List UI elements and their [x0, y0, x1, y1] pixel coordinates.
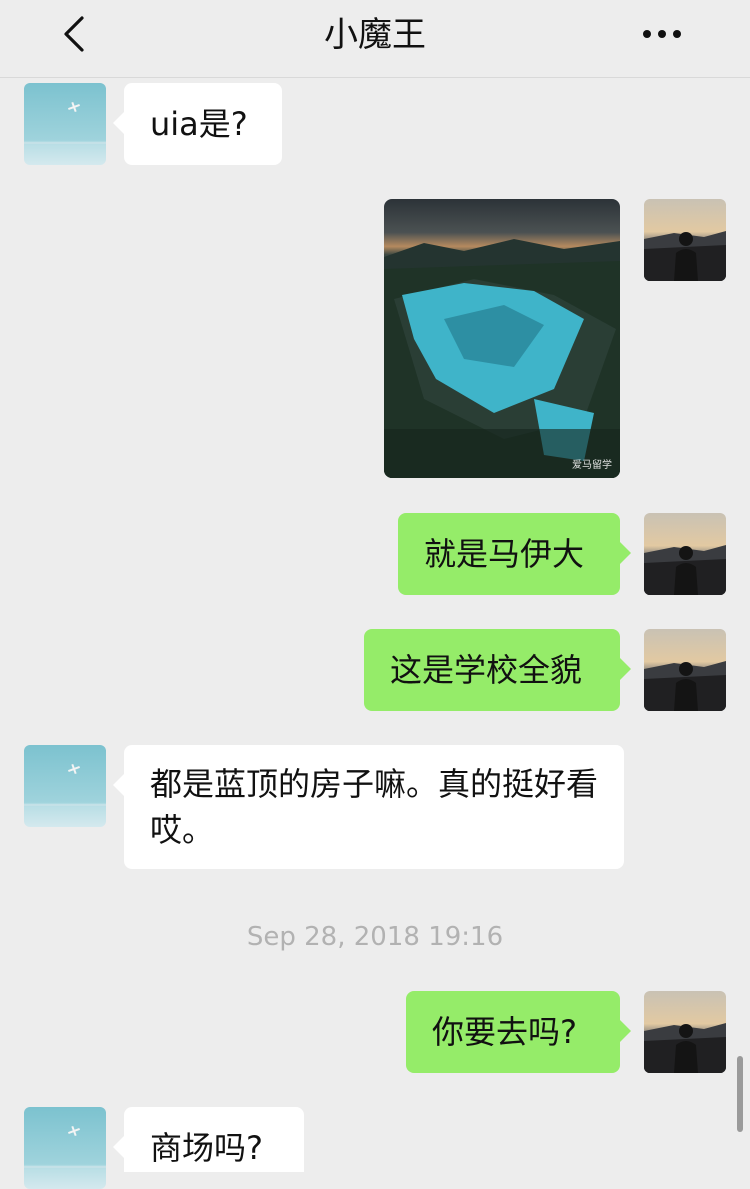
user-avatar[interactable] [644, 629, 726, 711]
message-image[interactable]: 爱马留学 [384, 199, 620, 478]
contact-avatar[interactable] [24, 745, 106, 827]
message-bubble-sent[interactable]: 你要去吗? [406, 991, 631, 1073]
more-horizontal-icon [643, 30, 681, 38]
contact-avatar[interactable] [24, 83, 106, 165]
user-avatar[interactable] [644, 991, 726, 1073]
user-avatar[interactable] [644, 199, 726, 281]
chevron-left-icon [64, 16, 84, 52]
message-bubble-received[interactable]: 商场吗? [113, 1107, 304, 1172]
image-watermark: 爱马留学 [572, 460, 612, 471]
message-timestamp: Sep 28, 2018 19:16 [246, 922, 504, 952]
message-bubble-sent[interactable]: 就是马伊大 [398, 513, 631, 595]
message-bubble-sent[interactable]: 这是学校全貌 [364, 629, 631, 711]
chat-header: 小魔王 [0, 0, 750, 78]
user-avatar[interactable] [644, 513, 726, 595]
more-options-button[interactable] [634, 12, 690, 56]
message-bubble-received[interactable]: 都是蓝顶的房子嘛。真的挺好看哎。 [113, 745, 624, 869]
back-button[interactable] [50, 10, 100, 60]
scrollbar[interactable] [737, 1056, 743, 1132]
message-bubble-received[interactable]: uia是? [113, 83, 282, 165]
contact-avatar[interactable] [24, 1107, 106, 1189]
